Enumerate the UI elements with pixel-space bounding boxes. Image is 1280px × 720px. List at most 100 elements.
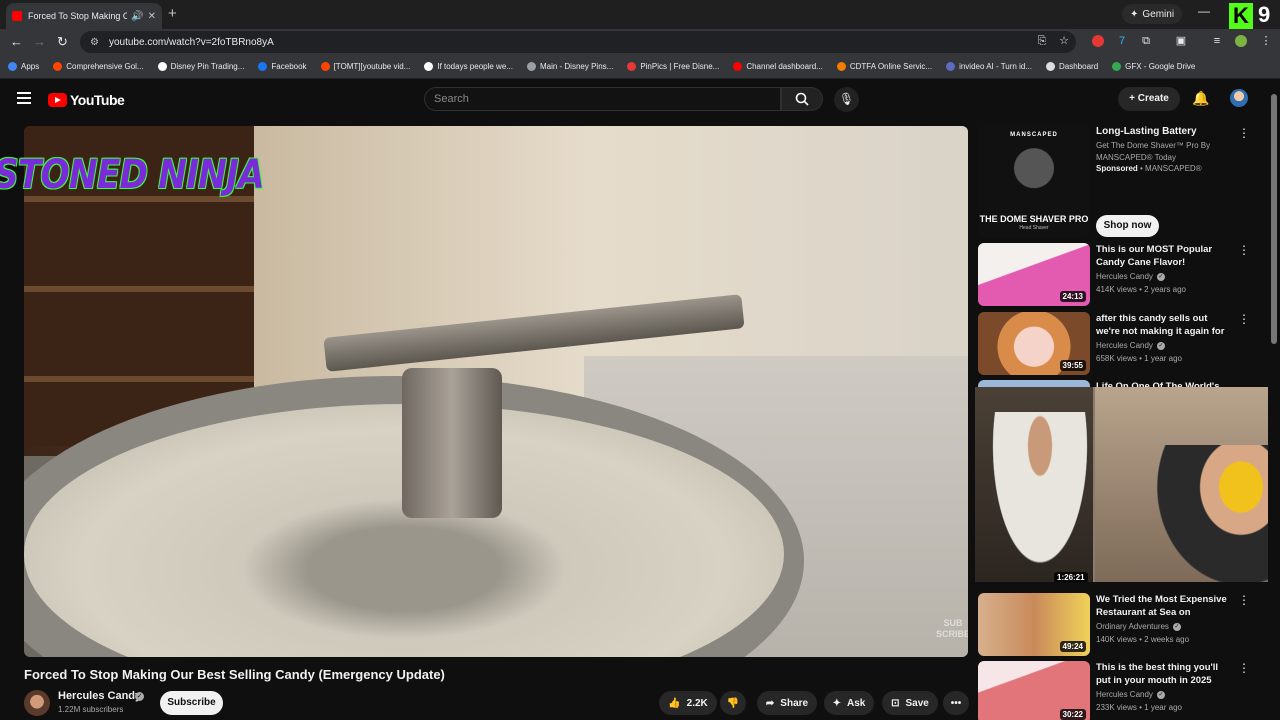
ad-sponsored-line: Sponsored • MANSCAPED®	[1096, 164, 1202, 173]
duration-badge: 30:22	[1059, 709, 1086, 720]
voice-search-icon[interactable]: 🎙	[834, 87, 859, 112]
scrollbar-thumb[interactable]	[1271, 94, 1277, 344]
bookmark-item[interactable]: invideo AI - Turn id...	[946, 62, 1032, 71]
bookmark-favicon-icon	[1112, 62, 1122, 71]
close-tab-icon[interactable]: ✕	[148, 11, 156, 22]
recommendation-menu-icon[interactable]: ⋮	[1238, 593, 1250, 607]
hamburger-menu-icon[interactable]	[17, 92, 31, 107]
bookmark-label: Channel dashboard...	[746, 62, 823, 71]
recommendation-channel[interactable]: Hercules Candy ✓	[1096, 341, 1165, 350]
url-text: youtube.com/watch?v=2foTBRno8yA	[108, 36, 274, 48]
gemini-button[interactable]: ✦ Gemini	[1122, 4, 1183, 24]
recommendation-thumbnail[interactable]: 49:24	[978, 593, 1090, 656]
recommendation-menu-icon[interactable]: ⋮	[1238, 661, 1250, 675]
profile-avatar-icon[interactable]	[1235, 35, 1247, 47]
bookmark-label: Main - Disney Pins...	[539, 62, 614, 71]
recommendation-channel[interactable]: Hercules Candy ✓	[1096, 690, 1165, 699]
webcam-person-right	[1157, 445, 1280, 582]
recommendation-channel[interactable]: Hercules Candy ✓	[1096, 272, 1165, 281]
search-button[interactable]	[781, 87, 823, 111]
new-tab-icon[interactable]: +	[168, 5, 177, 22]
bookmark-label: invideo AI - Turn id...	[959, 62, 1032, 71]
bookmark-label: PinPics | Free Disne...	[640, 62, 720, 71]
recommendation-thumbnail[interactable]: 39:55	[978, 312, 1090, 375]
bookmark-favicon-icon	[53, 62, 63, 71]
bookmark-item[interactable]: Dashboard	[1046, 62, 1098, 71]
media-controls-icon[interactable]: ≡	[1211, 35, 1223, 47]
ad-menu-icon[interactable]: ⋮	[1238, 126, 1250, 140]
bookmark-item[interactable]: PinPics | Free Disne...	[627, 62, 719, 71]
recommendation-title[interactable]: We Tried the Most Expensive Restaurant a…	[1096, 593, 1230, 619]
sparkle-icon: ✦	[832, 697, 842, 709]
bookmark-item[interactable]: Apps	[8, 62, 39, 71]
youtube-logo-text: YouTube	[70, 92, 125, 108]
minimize-icon[interactable]: —	[1198, 4, 1210, 18]
extensions-puzzle-icon[interactable]: ⧉	[1140, 35, 1152, 47]
more-actions-button[interactable]: •••	[943, 691, 969, 715]
bookmark-item[interactable]: Comprehensive Gol...	[53, 62, 144, 71]
create-label: Create	[1137, 93, 1169, 104]
account-avatar[interactable]	[1230, 89, 1248, 107]
recommendation-thumbnail[interactable]: 24:13	[978, 243, 1090, 306]
youtube-play-icon	[48, 93, 67, 107]
bookmark-item[interactable]: Facebook	[258, 62, 307, 71]
bookmark-star-icon[interactable]: ☆	[1058, 35, 1070, 47]
recommendation-title[interactable]: after this candy sells out we're not mak…	[1096, 312, 1230, 338]
ad-thumbnail[interactable]: MANSCAPED THE DOME SHAVER PRO Head Shave…	[978, 126, 1090, 237]
extension-red-icon[interactable]	[1092, 35, 1104, 47]
recommendation-menu-icon[interactable]: ⋮	[1238, 312, 1250, 326]
bookmark-item[interactable]: If todays people we...	[424, 62, 513, 71]
address-bar[interactable]: ⚙ youtube.com/watch?v=2foTBRno8yA	[80, 31, 1076, 53]
recommendation-menu-icon[interactable]: ⋮	[1238, 243, 1250, 257]
bookmark-item[interactable]: CDTFA Online Servic...	[836, 62, 932, 71]
install-app-icon[interactable]: ⎘	[1036, 35, 1048, 47]
reload-icon[interactable]: ↻	[57, 34, 68, 50]
recommendation-title[interactable]: This is our MOST Popular Candy Cane Flav…	[1096, 243, 1230, 269]
subscribe-button[interactable]: Subscribe	[160, 691, 223, 715]
channel-avatar[interactable]	[24, 690, 50, 716]
plus-icon: +	[1129, 93, 1138, 104]
bookmark-label: [TOMT][youtube vid...	[333, 62, 411, 71]
share-label: Share	[780, 697, 809, 709]
like-button[interactable]: 👍 2.2K	[659, 691, 717, 715]
back-icon[interactable]: ←	[10, 34, 23, 49]
profile-badge: K	[1229, 3, 1253, 29]
speaker-icon[interactable]: 🔊	[131, 11, 143, 22]
menu-kebab-icon[interactable]: ⋮	[1260, 35, 1272, 47]
ask-button[interactable]: ✦ Ask	[824, 691, 874, 715]
side-panel-icon[interactable]: ▣	[1175, 35, 1187, 47]
bookmark-label: Apps	[21, 62, 40, 71]
shop-now-button[interactable]: Shop now	[1096, 215, 1159, 237]
bookmark-item[interactable]: GFX - Google Drive	[1112, 62, 1195, 71]
create-button[interactable]: + Create	[1118, 87, 1180, 111]
forward-icon[interactable]: →	[33, 34, 46, 49]
thumbs-down-icon: 👎	[726, 697, 740, 709]
browser-tab-strip: Forced To Stop Making Our 🔊 ✕ + ✦ Gemini…	[0, 0, 1280, 29]
save-button[interactable]: ⊡ Save	[882, 691, 938, 715]
share-button[interactable]: ➦ Share	[757, 691, 817, 715]
recommendation-thumbnail[interactable]: 30:22	[978, 661, 1090, 720]
thumbs-up-icon: 👍	[668, 697, 681, 709]
duration-badge: 49:24	[1059, 641, 1086, 652]
bookmark-item[interactable]: Main - Disney Pins...	[526, 62, 614, 71]
browser-tab-active[interactable]: Forced To Stop Making Our 🔊 ✕	[6, 3, 162, 29]
recommendation-item[interactable]: 30:22 This is the best thing you'll put …	[978, 661, 1268, 720]
ad-title[interactable]: Long-Lasting Battery	[1096, 126, 1197, 137]
site-info-icon[interactable]: ⚙	[90, 37, 99, 48]
channel-name[interactable]: Hercules Candy	[58, 690, 141, 702]
dislike-button[interactable]: 👎	[720, 691, 746, 715]
bookmark-item[interactable]: [TOMT][youtube vid...	[320, 62, 411, 71]
subscribe-watermark[interactable]: SUB SCRIBE	[936, 618, 968, 640]
video-player[interactable]: SUB SCRIBE	[24, 126, 968, 657]
subscriber-count: 1.22M subscribers	[58, 705, 124, 714]
recommendation-channel[interactable]: Ordinary Adventures ✓	[1096, 622, 1181, 631]
notifications-bell-icon[interactable]: 🔔	[1192, 90, 1209, 107]
bookmark-item[interactable]: Channel dashboard...	[733, 62, 823, 71]
bookmark-item[interactable]: Disney Pin Trading...	[157, 62, 244, 71]
extension-7-icon[interactable]: 7	[1116, 35, 1128, 47]
recommendation-title[interactable]: This is the best thing you'll put in you…	[1096, 661, 1230, 687]
webcam-person-left	[985, 412, 1095, 582]
page-scrollbar[interactable]	[1268, 80, 1280, 720]
youtube-logo[interactable]: YouTube	[48, 92, 125, 108]
search-input[interactable]: Search	[424, 87, 781, 111]
